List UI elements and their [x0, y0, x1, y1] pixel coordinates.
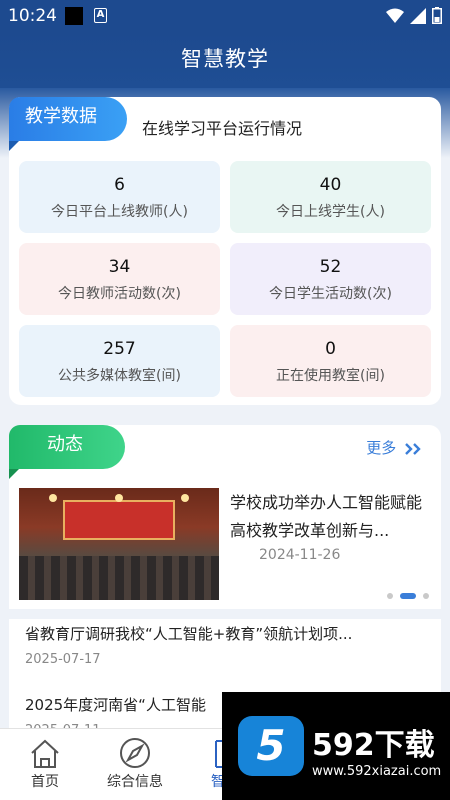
tag-fold: [9, 469, 19, 479]
stat-label: 公共多媒体教室(间): [58, 368, 181, 384]
stat-online-students: 40 今日上线学生(人): [230, 161, 431, 233]
tab-label: 综合信息: [107, 774, 163, 790]
teaching-data-tag-label: 教学数据: [25, 106, 97, 127]
teaching-data-card: 教学数据 在线学习平台运行情况 6 今日平台上线教师(人) 40 今日上线学生(…: [9, 97, 441, 405]
stat-label: 今日教师活动数(次): [58, 286, 181, 302]
banner-stage-screen: [63, 500, 175, 540]
stat-value: 40: [319, 175, 342, 195]
stat-multimedia-classrooms: 257 公共多媒体教室(间): [19, 325, 220, 397]
tab-label: 首页: [31, 774, 59, 790]
notification-a-icon: A: [94, 8, 107, 23]
site-watermark: 5 592下载 www.592xiazai.com: [222, 692, 450, 800]
compass-icon: [120, 738, 150, 768]
more-link[interactable]: 更多: [366, 437, 423, 458]
tab-info[interactable]: 综合信息: [90, 735, 180, 791]
double-chevron-right-icon: [405, 442, 421, 455]
carousel-dot[interactable]: [423, 593, 429, 599]
status-icons: [386, 7, 442, 24]
news-item-title[interactable]: 2025年度河南省“人工智能: [25, 694, 206, 715]
teaching-data-tag: 教学数据: [9, 97, 127, 151]
tab-home[interactable]: 首页: [0, 735, 90, 791]
watermark-logo: 5: [238, 716, 304, 776]
watermark-brand: 592下载: [312, 728, 435, 763]
carousel-dot-active[interactable]: [400, 593, 416, 599]
stat-label: 今日学生活动数(次): [269, 286, 392, 302]
news-item-title[interactable]: 省教育厅调研我校“人工智能+教育”领航计划项...: [25, 623, 352, 644]
more-label: 更多: [366, 439, 397, 457]
status-bar: 10:24 A: [0, 0, 450, 32]
banner-light: [181, 494, 189, 502]
tag-fold: [9, 141, 19, 151]
carousel-indicator: [387, 593, 429, 599]
banner-light: [115, 494, 123, 502]
stat-label: 正在使用教室(间): [276, 368, 385, 384]
news-tag: 动态: [9, 425, 125, 479]
page-title: 智慧教学: [0, 32, 450, 88]
news-tag-label: 动态: [47, 434, 83, 455]
stat-value: 0: [325, 339, 336, 359]
stat-label: 今日上线学生(人): [276, 204, 385, 220]
stat-value: 6: [114, 175, 125, 195]
banner-image[interactable]: [19, 488, 219, 600]
news-item-date: 2025-07-17: [25, 652, 101, 667]
banner-title[interactable]: 学校成功举办人工智能赋能高校教学改革创新与...: [230, 489, 430, 545]
stat-value: 34: [108, 257, 131, 277]
banner-audience: [19, 556, 219, 600]
battery-icon: [432, 7, 442, 24]
signal-icon: [410, 7, 426, 24]
teaching-data-subtitle: 在线学习平台运行情况: [142, 119, 303, 138]
section-separator: [9, 609, 441, 619]
stat-student-activities: 52 今日学生活动数(次): [230, 243, 431, 315]
status-time: 10:24: [8, 6, 57, 26]
watermark-url: www.592xiazai.com: [312, 764, 442, 779]
notification-black-square-icon: [65, 7, 83, 25]
stat-value: 257: [103, 339, 136, 359]
banner-light: [49, 494, 57, 502]
banner-date: 2024-11-26: [259, 547, 341, 563]
stat-value: 52: [319, 257, 342, 277]
stat-label: 今日平台上线教师(人): [51, 204, 188, 220]
wifi-icon: [386, 8, 404, 23]
home-icon: [31, 739, 59, 768]
carousel-dot[interactable]: [387, 593, 393, 599]
stat-classrooms-in-use: 0 正在使用教室(间): [230, 325, 431, 397]
stat-online-teachers: 6 今日平台上线教师(人): [19, 161, 220, 233]
stat-teacher-activities: 34 今日教师活动数(次): [19, 243, 220, 315]
